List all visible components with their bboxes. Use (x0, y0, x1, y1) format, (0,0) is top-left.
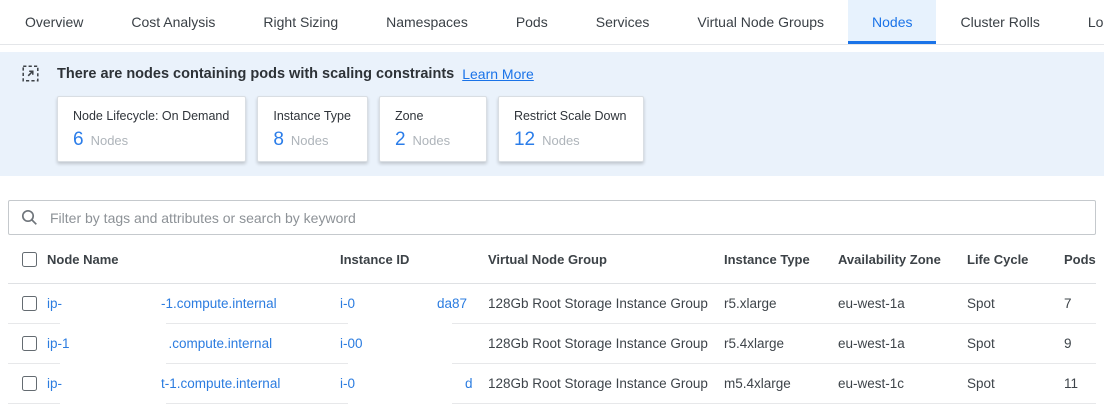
card-title: Zone (395, 109, 470, 123)
constraint-card-instance-type[interactable]: Instance Type 8 Nodes (257, 96, 368, 162)
nodes-page: Overview Cost Analysis Right Sizing Name… (0, 0, 1104, 404)
card-count: 12 (514, 129, 535, 151)
column-header-instance-id: Instance ID (340, 252, 488, 267)
tab-overview[interactable]: Overview (1, 0, 107, 44)
tab-nodes[interactable]: Nodes (848, 0, 936, 44)
tab-right-sizing[interactable]: Right Sizing (239, 0, 362, 44)
instance-type-cell: r5.xlarge (724, 296, 838, 311)
instance-type-cell: r5.4xlarge (724, 336, 838, 351)
banner-message-row: There are nodes containing pods with sca… (22, 65, 1082, 82)
column-header-pods: Pods (1064, 252, 1096, 267)
table-row: ip-1.compute.internal i-00 128Gb Root St… (8, 324, 1096, 364)
column-header-virtual-node-group: Virtual Node Group (488, 252, 724, 267)
tab-cost-analysis[interactable]: Cost Analysis (107, 0, 239, 44)
tab-bar: Overview Cost Analysis Right Sizing Name… (0, 0, 1104, 45)
card-unit: Nodes (413, 133, 451, 148)
table-header-row: Node Name Instance ID Virtual Node Group… (8, 235, 1096, 284)
column-header-life-cycle: Life Cycle (967, 252, 1064, 267)
row-checkbox[interactable] (22, 336, 37, 351)
filter-bar (8, 200, 1096, 235)
column-header-availability-zone: Availability Zone (838, 252, 967, 267)
card-count: 8 (273, 129, 284, 151)
card-count: 2 (395, 129, 406, 151)
learn-more-link[interactable]: Learn More (462, 66, 534, 82)
tab-namespaces[interactable]: Namespaces (362, 0, 492, 44)
search-input[interactable] (48, 209, 1083, 227)
constraint-card-restrict-scale-down[interactable]: Restrict Scale Down 12 Nodes (498, 96, 644, 162)
pods-cell: 9 (1064, 336, 1096, 351)
pods-cell: 11 (1064, 376, 1096, 391)
constraint-card-node-lifecycle[interactable]: Node Lifecycle: On Demand 6 Nodes (57, 96, 246, 162)
tab-cluster-rolls[interactable]: Cluster Rolls (936, 0, 1063, 44)
instance-id-link[interactable]: i-0d (340, 376, 473, 391)
card-unit: Nodes (291, 133, 329, 148)
tab-log[interactable]: Log (1064, 0, 1104, 44)
virtual-node-group-cell: 128Gb Root Storage Instance Group (488, 376, 724, 391)
search-icon (21, 209, 38, 226)
row-checkbox[interactable] (22, 376, 37, 391)
constraint-cards: Node Lifecycle: On Demand 6 Nodes Instan… (57, 96, 1082, 162)
availability-zone-cell: eu-west-1c (838, 376, 967, 391)
banner-message: There are nodes containing pods with sca… (57, 66, 454, 82)
card-count: 6 (73, 129, 84, 151)
constraint-card-zone[interactable]: Zone 2 Nodes (379, 96, 487, 162)
card-title: Instance Type (273, 109, 351, 123)
virtual-node-group-cell: 128Gb Root Storage Instance Group (488, 336, 724, 351)
life-cycle-cell: Spot (967, 336, 1064, 351)
table-row: ip--1.compute.internal i-0da87 128Gb Roo… (8, 284, 1096, 324)
node-name-link[interactable]: ip--1.compute.internal (47, 296, 277, 311)
virtual-node-group-cell: 128Gb Root Storage Instance Group (488, 296, 724, 311)
card-title: Restrict Scale Down (514, 109, 627, 123)
tab-pods[interactable]: Pods (492, 0, 572, 44)
column-header-node-name: Node Name (47, 252, 340, 267)
availability-zone-cell: eu-west-1a (838, 336, 967, 351)
instance-id-link[interactable]: i-00 (340, 336, 363, 351)
card-unit: Nodes (542, 133, 580, 148)
card-title: Node Lifecycle: On Demand (73, 109, 229, 123)
availability-zone-cell: eu-west-1a (838, 296, 967, 311)
life-cycle-cell: Spot (967, 296, 1064, 311)
table-row: ip-t-1.compute.internal i-0d 128Gb Root … (8, 364, 1096, 404)
card-unit: Nodes (91, 133, 129, 148)
tab-services[interactable]: Services (572, 0, 674, 44)
life-cycle-cell: Spot (967, 376, 1064, 391)
scaling-constraints-banner: There are nodes containing pods with sca… (0, 52, 1104, 176)
instance-type-cell: m5.4xlarge (724, 376, 838, 391)
nodes-table: Node Name Instance ID Virtual Node Group… (8, 235, 1096, 404)
node-name-link[interactable]: ip-t-1.compute.internal (47, 376, 280, 391)
row-checkbox[interactable] (22, 296, 37, 311)
select-all-checkbox[interactable] (22, 252, 37, 267)
instance-id-link[interactable]: i-0da87 (340, 296, 467, 311)
tab-virtual-node-groups[interactable]: Virtual Node Groups (673, 0, 848, 44)
column-header-instance-type: Instance Type (724, 252, 838, 267)
scale-out-icon (22, 65, 39, 82)
pods-cell: 7 (1064, 296, 1096, 311)
node-name-link[interactable]: ip-1.compute.internal (47, 336, 272, 351)
